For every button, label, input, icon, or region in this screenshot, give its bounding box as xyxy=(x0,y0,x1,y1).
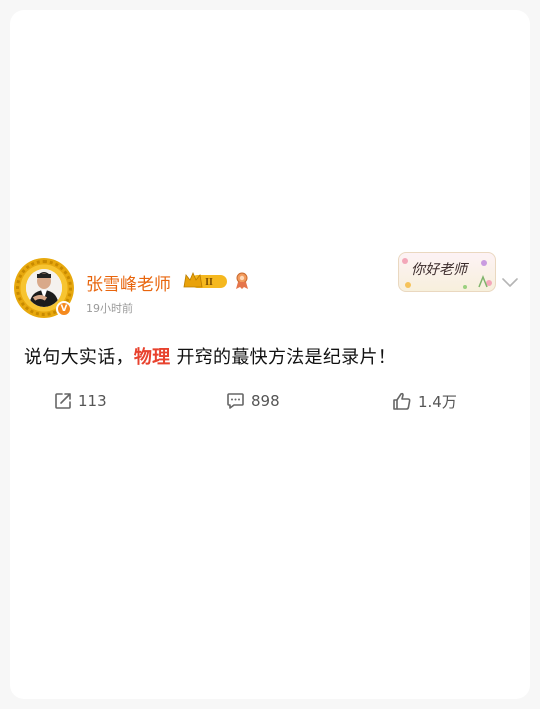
vip-badge-icon[interactable]: II xyxy=(183,272,229,290)
like-count: 1.4万 xyxy=(418,392,457,411)
comment-icon xyxy=(227,393,244,409)
username[interactable]: 张雪峰老师 xyxy=(86,270,171,295)
verified-badge: V xyxy=(56,301,72,317)
sticker-text: 你好老师 xyxy=(411,262,467,278)
vip-level: II xyxy=(205,277,213,288)
comment-count: 898 xyxy=(251,392,280,410)
share-icon xyxy=(55,393,71,409)
repost-count: 113 xyxy=(78,392,107,410)
thumbs-up-icon xyxy=(393,392,411,410)
post-text: 说句大实话，物理 开窍的蕞快方法是纪录片！ xyxy=(24,343,396,369)
repost-button[interactable]: 113 xyxy=(54,390,107,412)
avatar-photo xyxy=(26,269,62,307)
post-header: V 张雪峰老师 II 19小时前 你好老师 xyxy=(14,252,518,322)
greeting-sticker[interactable]: 你好老师 xyxy=(398,252,496,292)
avatar[interactable]: V xyxy=(14,258,74,318)
medal-icon[interactable] xyxy=(234,272,250,290)
post-highlight-topic[interactable]: 物理 xyxy=(134,347,171,368)
post-time: 19小时前 xyxy=(86,302,133,315)
like-button[interactable]: 1.4万 xyxy=(392,390,457,412)
comment-button[interactable]: 898 xyxy=(226,390,280,412)
post-text-end: 开窍的蕞快方法是纪录片！ xyxy=(170,347,397,368)
post-text-start: 说句大实话， xyxy=(24,347,134,368)
chevron-down-icon[interactable] xyxy=(502,278,518,288)
